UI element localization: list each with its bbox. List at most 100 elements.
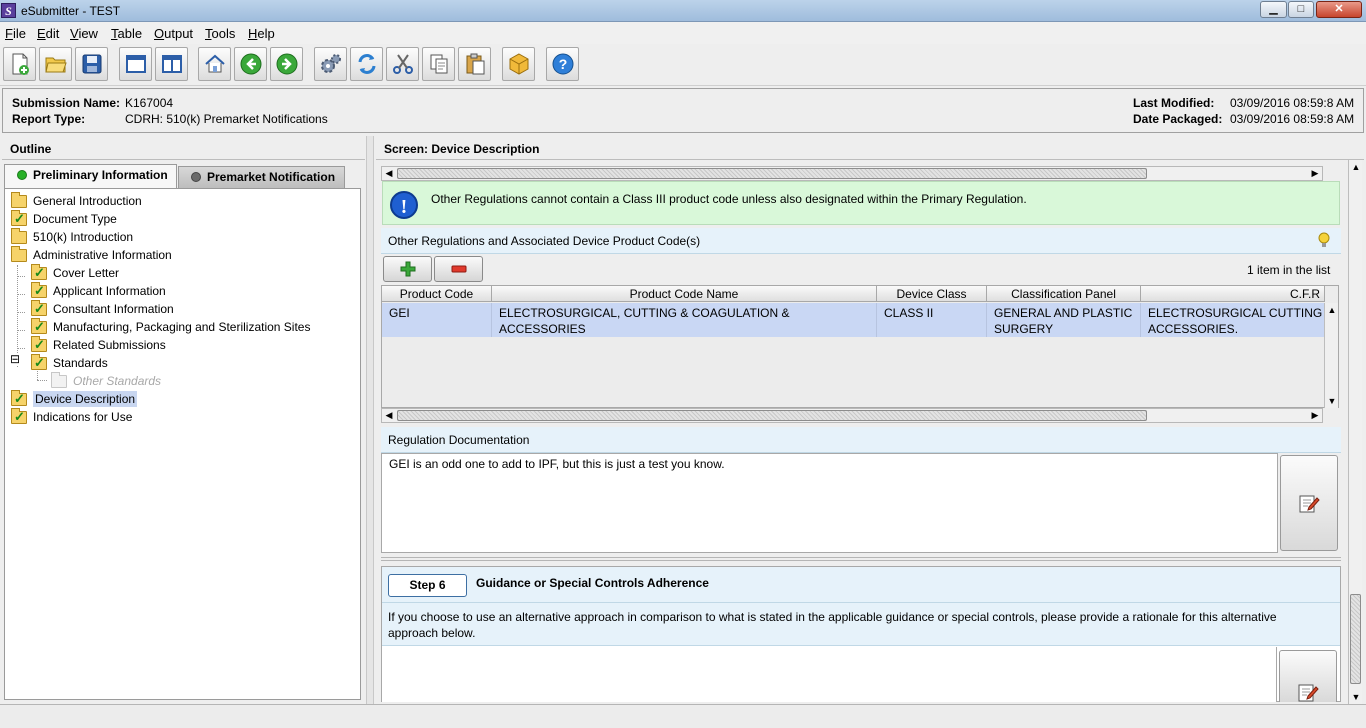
menu-output[interactable]: Output [154, 26, 193, 41]
tree-item-device-description[interactable]: ✓ Device Description [11, 389, 138, 408]
menu-help[interactable]: Help [248, 26, 275, 41]
column-header-cfr[interactable]: C.F.R [1141, 286, 1325, 302]
copy-button[interactable] [422, 47, 455, 81]
new-document-icon [12, 53, 29, 75]
settings-button[interactable] [314, 47, 347, 81]
scroll-thumb[interactable] [1350, 594, 1361, 684]
scroll-right-icon[interactable]: ▶ [1308, 167, 1322, 180]
warning-notice: ! Other Regulations cannot contain a Cla… [382, 181, 1340, 225]
tree-item-other-standards[interactable]: Other Standards [51, 371, 161, 390]
tree-connector [17, 312, 25, 313]
column-header-device-class[interactable]: Device Class [877, 286, 987, 302]
lightbulb-icon[interactable] [1317, 232, 1331, 248]
column-header-product-code-name[interactable]: Product Code Name [492, 286, 877, 302]
cell-product-code-name: ELECTROSURGICAL, CUTTING & COAGULATION &… [492, 303, 877, 337]
column-header-classification-panel[interactable]: Classification Panel [987, 286, 1141, 302]
menu-view[interactable]: View [70, 26, 98, 41]
open-button[interactable] [39, 47, 72, 81]
tab-preliminary-information[interactable]: Preliminary Information [4, 164, 177, 188]
column-header-product-code[interactable]: Product Code [382, 286, 492, 302]
tree-item-indications-for-use[interactable]: ✓ Indications for Use [11, 407, 132, 426]
tree-item-consultant-information[interactable]: ✓ Consultant Information [31, 299, 174, 318]
scroll-up-icon[interactable]: ▲ [1349, 160, 1363, 174]
minimize-button[interactable]: ▁ [1260, 1, 1287, 18]
svg-text:?: ? [558, 56, 567, 72]
menu-edit[interactable]: Edit [37, 26, 59, 41]
back-button[interactable] [234, 47, 267, 81]
folder-icon [11, 227, 27, 244]
scroll-left-icon[interactable]: ◀ [382, 409, 396, 422]
toolbar: ? [0, 44, 1366, 86]
main-vertical-scrollbar[interactable]: ▲ ▼ [1348, 160, 1362, 704]
remove-row-button[interactable] [434, 256, 483, 282]
tree-item-label: Administrative Information [33, 248, 172, 262]
scroll-down-icon[interactable]: ▼ [1349, 690, 1363, 704]
regulation-documentation-text[interactable]: GEI is an odd one to add to IPF, but thi… [381, 453, 1278, 553]
checked-folder-icon: ✓ [31, 299, 47, 316]
edit-regulation-documentation-button[interactable] [1280, 455, 1338, 551]
tab-premarket-notification[interactable]: Premarket Notification [178, 166, 345, 188]
home-button[interactable] [198, 47, 231, 81]
add-row-button[interactable] [383, 256, 432, 282]
cell-cfr: ELECTROSURGICAL CUTTING ACCESSORIES. [1141, 303, 1325, 337]
app-icon: S [1, 3, 16, 18]
cut-button[interactable] [386, 47, 419, 81]
tree-item-related-submissions[interactable]: ✓ Related Submissions [31, 335, 166, 354]
scroll-thumb[interactable] [397, 168, 1147, 179]
submission-info-panel: Submission Name: K167004 Report Type: CD… [2, 88, 1364, 133]
checked-folder-icon: ✓ [31, 281, 47, 298]
new-document-button[interactable] [3, 47, 36, 81]
date-packaged-value: 03/09/2016 08:59:8 AM [1230, 112, 1355, 126]
window-button[interactable] [119, 47, 152, 81]
checked-folder-icon: ✓ [31, 317, 47, 334]
tree-item-manufacturing-sites[interactable]: ✓ Manufacturing, Packaging and Sterilizat… [31, 317, 310, 336]
scroll-left-icon[interactable]: ◀ [382, 167, 396, 180]
tree-item-label: Standards [53, 356, 108, 370]
help-button[interactable]: ? [546, 47, 579, 81]
close-button[interactable]: ✕ [1316, 1, 1362, 18]
refresh-button[interactable] [350, 47, 383, 81]
forward-button[interactable] [270, 47, 303, 81]
tree-item-510k-introduction[interactable]: 510(k) Introduction [11, 227, 134, 246]
menu-tools[interactable]: Tools [205, 26, 235, 41]
tree-item-applicant-information[interactable]: ✓ Applicant Information [31, 281, 166, 300]
home-icon [204, 54, 225, 73]
tree-item-label: 510(k) Introduction [33, 230, 134, 244]
tree-item-label: Cover Letter [53, 266, 120, 280]
title-bar: S eSubmitter - TEST ▁ □ ✕ [0, 0, 1366, 22]
tree-item-label: Device Description [33, 391, 138, 407]
tree-item-standards[interactable]: ✓ Standards [31, 353, 108, 372]
paste-button[interactable] [458, 47, 491, 81]
maximize-button[interactable]: □ [1288, 1, 1314, 18]
step-6-panel: Step 6 Guidance or Special Controls Adhe… [381, 566, 1341, 702]
scroll-thumb[interactable] [397, 410, 1147, 421]
tree-item-general-introduction[interactable]: General Introduction [11, 191, 142, 210]
submission-name-label: Submission Name: [12, 96, 121, 110]
tree-item-label: Consultant Information [53, 302, 174, 316]
table-horizontal-scrollbar[interactable]: ◀ ▶ [381, 408, 1323, 423]
edit-alternative-approach-button[interactable] [1279, 650, 1337, 702]
save-button[interactable] [75, 47, 108, 81]
scroll-up-icon[interactable]: ▲ [1325, 303, 1339, 317]
panel-splitter[interactable] [366, 136, 374, 704]
last-modified-value: 03/09/2016 08:59:8 AM [1230, 96, 1355, 110]
checked-folder-icon: ✓ [31, 353, 47, 370]
tree-item-administrative-information[interactable]: Administrative Information [11, 245, 172, 264]
item-count: 1 item in the list [1247, 263, 1331, 277]
tree-item-cover-letter[interactable]: ✓ Cover Letter [31, 263, 120, 282]
tree-item-label: General Introduction [33, 194, 142, 208]
menu-table[interactable]: Table [111, 26, 142, 41]
tree-item-document-type[interactable]: ✓ Document Type [11, 209, 117, 228]
scroll-down-icon[interactable]: ▼ [1325, 394, 1339, 408]
menu-file[interactable]: File [5, 26, 26, 41]
checked-folder-icon: ✓ [31, 263, 47, 280]
table-vertical-scrollbar[interactable]: ▲ ▼ [1324, 303, 1338, 408]
top-horizontal-scrollbar[interactable]: ◀ ▶ [381, 166, 1323, 181]
folder-icon [11, 191, 27, 208]
date-packaged-label: Date Packaged: [1133, 112, 1223, 126]
split-view-button[interactable] [155, 47, 188, 81]
package-button[interactable] [502, 47, 535, 81]
alternative-approach-text[interactable] [382, 647, 1277, 702]
collapse-icon[interactable]: ⊟ [10, 353, 21, 365]
scroll-right-icon[interactable]: ▶ [1308, 409, 1322, 422]
